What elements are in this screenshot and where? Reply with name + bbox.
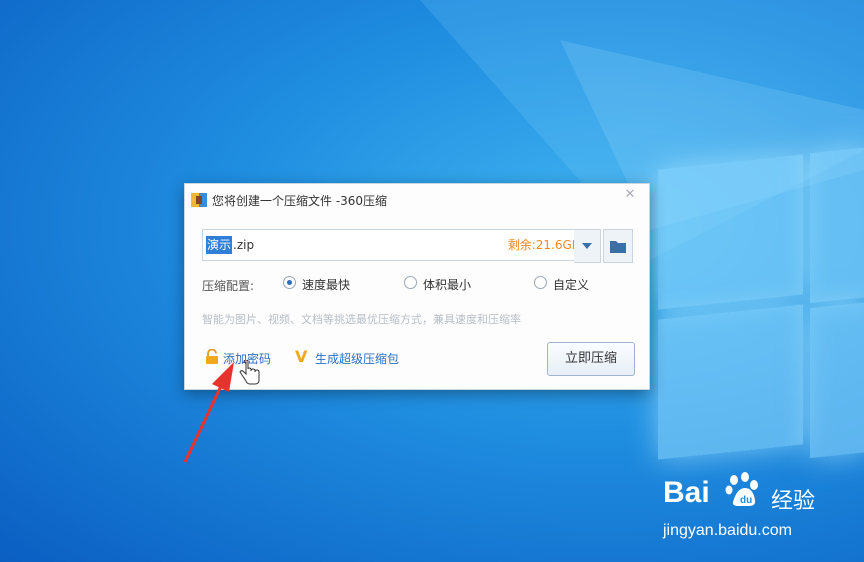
smart-compress-hint: 智能为图片、视频、文档等挑选最优压缩方式，兼具速度和压缩率 bbox=[202, 313, 521, 326]
super-pack-label: 生成超级压缩包 bbox=[315, 352, 400, 366]
radio-unselected-icon bbox=[404, 276, 417, 289]
windows-logo-decoration bbox=[650, 146, 864, 470]
browse-folder-button[interactable] bbox=[603, 229, 633, 263]
filename-extension: .zip bbox=[233, 238, 255, 252]
baidu-paw-icon: du bbox=[725, 472, 758, 506]
watermark-product: 经验 bbox=[771, 489, 816, 514]
close-button[interactable]: ✕ bbox=[623, 188, 637, 202]
chevron-down-icon bbox=[582, 243, 592, 249]
compress-dialog: 您将创建一个压缩文件 -360压缩 ✕ 演示 .zip 剩余:21.6GB 压缩… bbox=[184, 183, 650, 390]
svg-text:du: du bbox=[740, 495, 752, 506]
folder-icon bbox=[610, 241, 626, 253]
filename-selected-text: 演示 bbox=[206, 236, 233, 254]
option-custom-label: 自定义 bbox=[553, 278, 590, 292]
watermark-brand: Bai bbox=[663, 476, 710, 509]
compress-config-label: 压缩配置: bbox=[202, 279, 255, 293]
option-fastest-label: 速度最快 bbox=[302, 278, 351, 292]
hand-pointer-icon bbox=[239, 360, 260, 385]
compress-now-button[interactable]: 立即压缩 bbox=[547, 342, 635, 376]
v-badge-icon: V bbox=[295, 347, 308, 366]
radio-unselected-icon bbox=[534, 276, 547, 289]
watermark-url: jingyan.baidu.com bbox=[663, 522, 792, 539]
option-smallest-label: 体积最小 bbox=[423, 278, 472, 292]
baidu-jingyan-watermark: Bai du 经验 jingyan.baidu.com bbox=[663, 470, 863, 550]
lock-icon bbox=[206, 349, 218, 364]
path-dropdown-button[interactable] bbox=[574, 229, 601, 263]
dialog-titlebar[interactable]: 您将创建一个压缩文件 -360压缩 ✕ bbox=[185, 184, 649, 214]
dialog-title: 您将创建一个压缩文件 -360压缩 bbox=[212, 194, 388, 208]
radio-selected-icon bbox=[283, 276, 296, 289]
archive-name-input[interactable]: 演示 .zip 剩余:21.6GB bbox=[202, 229, 589, 261]
360zip-app-icon bbox=[191, 193, 207, 207]
free-space-label: 剩余:21.6GB bbox=[507, 238, 580, 252]
close-icon: ✕ bbox=[624, 187, 636, 202]
